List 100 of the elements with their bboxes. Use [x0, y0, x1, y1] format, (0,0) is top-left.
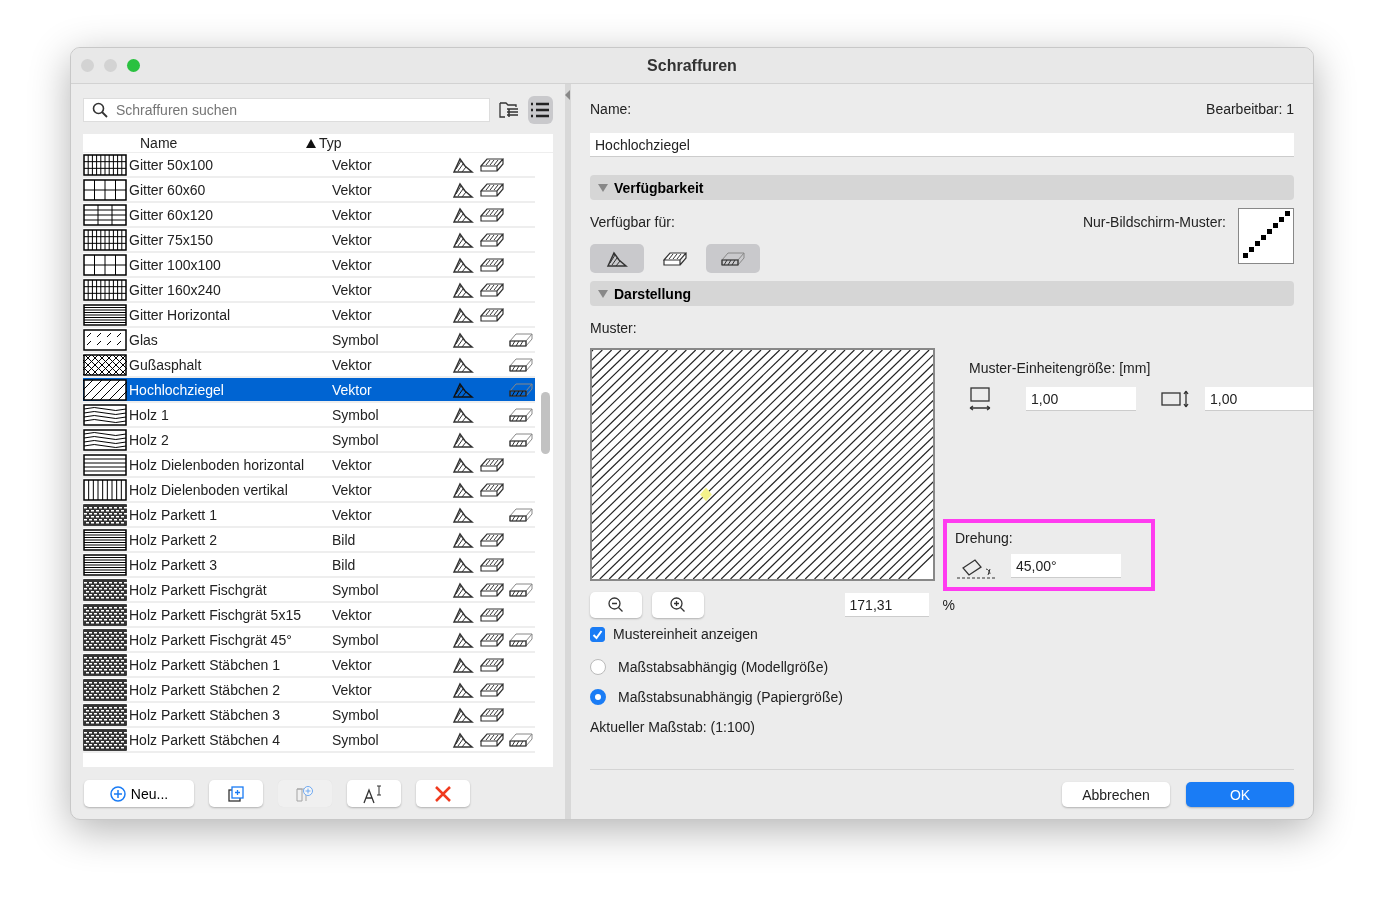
- hatch-row[interactable]: Gitter 50x100 Vektor: [83, 153, 535, 178]
- scale-radio-option[interactable]: Maßstabsunabhängig (Papiergröße): [590, 689, 1294, 705]
- slab-icon: [479, 681, 504, 698]
- hatch-row[interactable]: Holz Parkett Fischgrät 45° Symbol: [83, 628, 535, 653]
- scale-radio-option[interactable]: Maßstabsabhängig (Modellgröße): [590, 659, 1294, 675]
- scrollbar[interactable]: [541, 392, 550, 454]
- zoom-field[interactable]: 171,31: [844, 593, 929, 617]
- hatch-row[interactable]: Holz Dielenboden horizontal Vektor: [83, 453, 535, 478]
- hatch-row[interactable]: Holz Parkett 3 Bild: [83, 553, 535, 578]
- section-header[interactable]: Verfügbarkeit: [590, 175, 1294, 200]
- hatch-row[interactable]: Gitter 60x120 Vektor: [83, 203, 535, 228]
- cut-toggle[interactable]: [706, 244, 760, 273]
- hatch-name: Gitter 100x100: [128, 256, 222, 273]
- hatch-type: Vektor: [332, 256, 373, 273]
- hatched-slab-icon: [508, 431, 533, 448]
- hatch-type: Vektor: [332, 356, 373, 373]
- rotation-field[interactable]: 45,00°: [1011, 554, 1121, 578]
- section-header[interactable]: Darstellung: [590, 281, 1294, 306]
- slab-icon: [479, 656, 504, 673]
- height-icon: [1161, 390, 1191, 408]
- hatch-name: Holz Parkett Stäbchen 1: [128, 656, 281, 673]
- slab-icon: [479, 631, 504, 648]
- hatch-row[interactable]: Holz Parkett 2 Bild: [83, 528, 535, 553]
- hatch-name: Holz Parkett 2: [128, 531, 218, 548]
- hatch-type: Vektor: [332, 506, 373, 523]
- slab-icon: [479, 156, 504, 173]
- hatch-row[interactable]: Holz Parkett 1 Vektor: [83, 503, 535, 528]
- hatched-shape-icon: [451, 481, 474, 498]
- hatch-type: Vektor: [332, 481, 373, 498]
- hatched-shape-icon: [451, 306, 474, 323]
- hatch-row[interactable]: Holz Parkett Stäbchen 2 Vektor: [83, 678, 535, 703]
- height-field[interactable]: 1,00: [1205, 387, 1313, 411]
- hatched-shape-icon: [451, 156, 474, 173]
- hatch-name: Holz Dielenboden vertikal: [128, 481, 289, 498]
- radio-button[interactable]: [590, 689, 606, 705]
- hatched-shape-icon: [451, 506, 474, 523]
- slab-icon: [479, 281, 504, 298]
- new-button[interactable]: Neu...: [84, 780, 194, 807]
- slab-icon: [479, 556, 504, 573]
- ok-button[interactable]: OK: [1186, 782, 1294, 807]
- percent-unit: %: [942, 597, 955, 613]
- hatch-row[interactable]: Holz 2 Symbol: [83, 428, 535, 453]
- checkbox[interactable]: [590, 626, 605, 642]
- hatch-type: Vektor: [332, 456, 373, 473]
- hatch-row[interactable]: Glas Symbol: [83, 328, 535, 353]
- hatched-slab-icon: [721, 250, 745, 267]
- pattern-swatch: [83, 378, 127, 401]
- hatch-name: Holz Parkett Fischgrät: [128, 581, 268, 598]
- hatch-name: Gitter 60x60: [128, 181, 207, 198]
- dotted-diagonal-swatch[interactable]: [1238, 208, 1294, 264]
- hatch-row[interactable]: Gitter Horizontal Vektor: [83, 303, 535, 328]
- hatch-name: Holz 1: [128, 406, 170, 423]
- hatch-row[interactable]: Gitter 160x240 Vektor: [83, 278, 535, 303]
- column-header[interactable]: Name: [140, 135, 178, 151]
- hatched-shape-icon: [451, 281, 474, 298]
- slab-icon: [479, 581, 504, 598]
- hatch-type: Bild: [332, 556, 357, 573]
- hatch-row[interactable]: Holz Parkett Fischgrät 5x15 Vektor: [83, 603, 535, 628]
- column-header[interactable]: Typ: [319, 135, 342, 151]
- hatch-row[interactable]: Gitter 60x60 Vektor: [83, 178, 535, 203]
- hatch-row[interactable]: Holz 1 Symbol: [83, 403, 535, 428]
- list-view-button[interactable]: [527, 96, 553, 124]
- hatched-shape-icon: [451, 431, 474, 448]
- radio-button[interactable]: [590, 659, 606, 675]
- hatch-type: Vektor: [332, 656, 373, 673]
- hatched-slab-icon: [508, 581, 533, 598]
- hatched-shape-icon: [451, 356, 474, 373]
- hatch-name: Holz Parkett Stäbchen 2: [128, 681, 281, 698]
- rename-button[interactable]: [347, 780, 401, 807]
- hatch-type: Symbol: [332, 731, 380, 748]
- name-field[interactable]: Hochlochziegel: [590, 133, 1294, 157]
- hatch-name: Gitter Horizontal: [128, 306, 232, 323]
- width-field[interactable]: 1,00: [1026, 387, 1136, 411]
- hatch-type: Vektor: [332, 231, 373, 248]
- hatch-row[interactable]: Hochlochziegel Vektor: [83, 378, 535, 403]
- hatched-shape-icon: [451, 456, 474, 473]
- hatch-row[interactable]: Gitter 75x150 Vektor: [83, 228, 535, 253]
- hatch-row[interactable]: Gitter 100x100 Vektor: [83, 253, 535, 278]
- cancel-button[interactable]: Abbrechen: [1062, 782, 1170, 807]
- hatched-shape-icon: [451, 631, 474, 648]
- slab-icon: [479, 206, 504, 223]
- hatched-shape-icon: [451, 381, 474, 398]
- zoom-in-button[interactable]: [652, 592, 704, 618]
- hatched-slab-icon: [508, 631, 533, 648]
- show-unit-checkbox[interactable]: Mustereinheit anzeigen: [590, 626, 1294, 642]
- hatch-row[interactable]: Holz Parkett Stäbchen 4 Symbol: [83, 728, 535, 753]
- hatch-row[interactable]: Holz Parkett Stäbchen 3 Symbol: [83, 703, 535, 728]
- search-icon: [92, 102, 108, 118]
- zoom-out-button[interactable]: [590, 592, 642, 618]
- plus-circle-icon: [109, 785, 126, 802]
- hatch-row[interactable]: Holz Dielenboden vertikal Vektor: [83, 478, 535, 503]
- delete-button[interactable]: [416, 780, 470, 807]
- fill-toggle[interactable]: [590, 244, 644, 273]
- duplicate-icon: [227, 784, 245, 803]
- hatch-row[interactable]: Holz Parkett Stäbchen 1 Vektor: [83, 653, 535, 678]
- duplicate-button[interactable]: [209, 780, 263, 807]
- collapse-arrow-icon[interactable]: [565, 90, 571, 100]
- hatch-row[interactable]: Holz Parkett Fischgrät Symbol: [83, 578, 535, 603]
- search-field[interactable]: Schraffuren suchen: [83, 98, 490, 122]
- slab-icon: [479, 256, 504, 273]
